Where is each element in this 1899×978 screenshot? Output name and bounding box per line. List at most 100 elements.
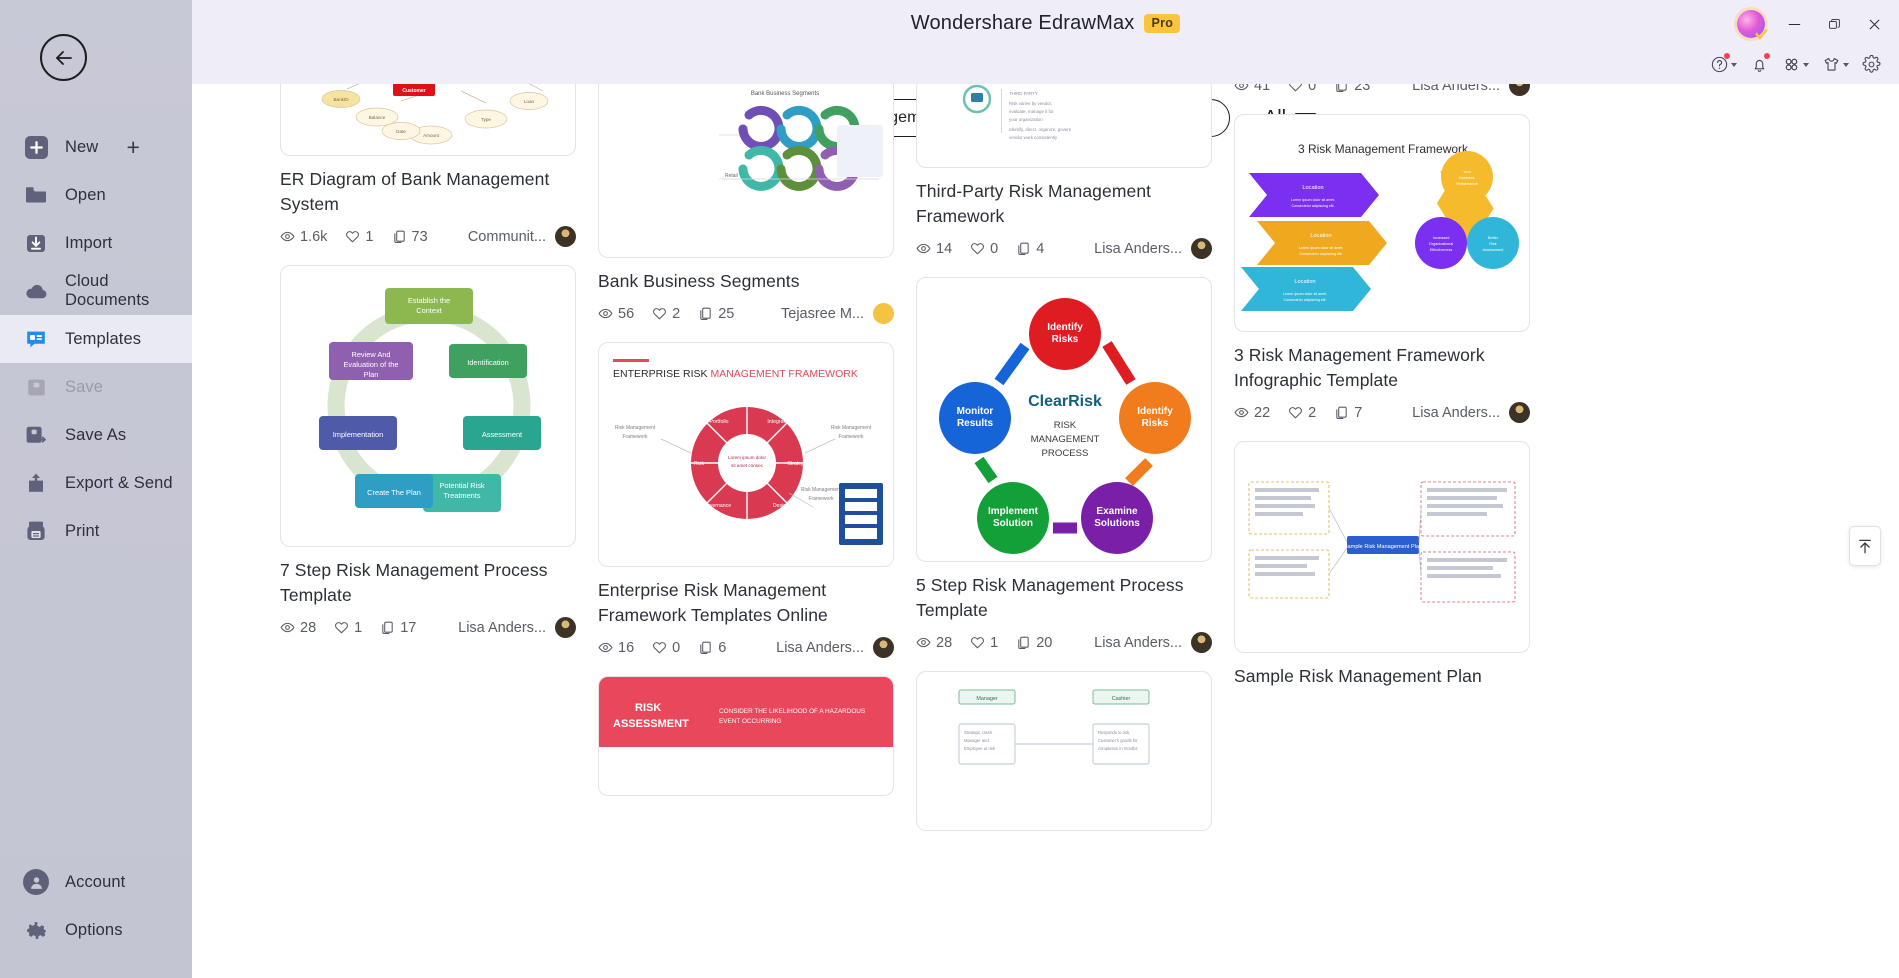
clearrisk-art: Identify Risks Identify Risks Examine Solut… xyxy=(917,278,1211,561)
template-thumbnail[interactable]: Sample Risk Management Plan xyxy=(1234,441,1530,653)
views-count: 41 xyxy=(1254,84,1271,94)
svg-text:Context: Context xyxy=(416,306,441,315)
template-card[interactable]: 3 Risk Management Framework Location Lor… xyxy=(1234,114,1530,423)
template-card[interactable]: Risk Management Process Framework Templa… xyxy=(1234,84,1530,96)
help-badge-dot xyxy=(1724,53,1730,59)
template-card[interactable]: AddressName AccountBranch BalanceType Am… xyxy=(280,84,576,247)
svg-text:Performance: Performance xyxy=(1456,182,1478,186)
back-to-top-button[interactable] xyxy=(1849,526,1881,566)
template-thumbnail[interactable]: Identify Risks Identify Risks Examine Solut… xyxy=(916,277,1212,562)
svg-text:Sample Risk Management Plan: Sample Risk Management Plan xyxy=(1344,544,1422,550)
template-thumbnail[interactable]: ENTERPRISE RISK MANAGEMENT FRAMEWORK Por… xyxy=(598,342,894,567)
likes-count: 0 xyxy=(672,639,681,656)
svg-text:PROCESS: PROCESS xyxy=(1042,448,1089,459)
template-card[interactable]: ENTERPRISE RISK MANAGEMENT FRAMEWORK Por… xyxy=(598,342,894,658)
heart-icon xyxy=(1289,84,1303,92)
template-card[interactable]: Manager Cashier Strategic crash Manager a… xyxy=(916,671,1212,831)
templates-results: All xyxy=(192,84,1899,978)
restore-button[interactable] xyxy=(1823,13,1845,35)
sidebar-item-save-as[interactable]: Save As xyxy=(0,411,192,459)
apps-grid-icon[interactable] xyxy=(1778,52,1813,77)
template-card[interactable]: Bank Business Segments Retail Bank Busin… xyxy=(598,84,894,324)
sidebar-item-label: Cloud Documents xyxy=(65,272,150,309)
template-thumbnail[interactable]: Manager Cashier Strategic crash Manager a… xyxy=(916,671,1212,831)
eye-icon xyxy=(598,308,613,319)
toolbar-icons xyxy=(1706,52,1885,77)
sidebar-item-import[interactable]: Import xyxy=(0,219,192,267)
heart-icon xyxy=(346,231,360,243)
avatar xyxy=(555,617,576,638)
svg-text:Retail: Retail xyxy=(725,173,738,179)
new-add-icon[interactable]: + xyxy=(126,134,140,161)
sidebar-item-label: Save xyxy=(65,377,104,396)
help-icon[interactable] xyxy=(1706,52,1741,77)
copies-count: 17 xyxy=(400,619,417,636)
template-author[interactable]: Tejasree M... xyxy=(781,303,894,324)
svg-text:MANAGEMENT: MANAGEMENT xyxy=(1031,434,1100,445)
template-thumbnail[interactable]: Bank Business Segments Retail xyxy=(598,84,894,258)
author-name: Lisa Anders... xyxy=(1094,634,1182,651)
template-author[interactable]: Lisa Anders... xyxy=(1412,402,1530,423)
template-thumbnail[interactable]: RISK ASSESSMENT CONSIDER THE LIKELIHOOD … xyxy=(598,676,894,796)
template-author[interactable]: Lisa Anders... xyxy=(776,637,894,658)
template-card[interactable]: Identify Risks Identify Risks Examine Solut… xyxy=(916,277,1212,653)
template-card[interactable]: Establish the Context Identification Asse… xyxy=(280,265,576,638)
copies-count: 20 xyxy=(1036,634,1053,651)
svg-text:Balance: Balance xyxy=(369,115,386,120)
svg-text:Framework: Framework xyxy=(838,434,864,440)
author-name: Lisa Anders... xyxy=(1094,240,1182,257)
svg-text:Bank Business Segments: Bank Business Segments xyxy=(751,91,819,97)
svg-text:THIRD PARTY: THIRD PARTY xyxy=(1009,91,1038,96)
sample-plan-art: Sample Risk Management Plan xyxy=(1235,442,1529,652)
template-author[interactable]: Lisa Anders... xyxy=(1094,238,1212,259)
close-button[interactable] xyxy=(1863,13,1885,35)
sidebar-item-print[interactable]: Print xyxy=(0,507,192,555)
svg-text:Location: Location xyxy=(1310,233,1331,239)
arrow-left-icon xyxy=(55,50,72,65)
sidebar-item-open[interactable]: Open xyxy=(0,171,192,219)
swimlane-art: Manager Cashier Strategic crash Manager a… xyxy=(917,672,1211,830)
svg-text:Portfolio: Portfolio xyxy=(709,419,728,425)
template-thumbnail[interactable]: AddressName AccountBranch BalanceType Am… xyxy=(280,84,576,156)
sidebar-item-export-send[interactable]: Export & Send xyxy=(0,459,192,507)
svg-text:Assessment: Assessment xyxy=(482,430,522,439)
template-author[interactable]: Lisa Anders... xyxy=(1412,84,1530,96)
sidebar-item-save: Save xyxy=(0,363,192,411)
chevron-down-icon xyxy=(1843,62,1849,67)
template-author[interactable]: Lisa Anders... xyxy=(458,617,576,638)
template-card[interactable]: Sample Risk Management Plan Sample Risk … xyxy=(1234,441,1530,689)
svg-text:Risk: Risk xyxy=(694,461,704,467)
template-author[interactable]: Lisa Anders... xyxy=(1094,632,1212,653)
template-thumbnail[interactable]: THIRD PARTY Risk varies by vendor; evalu… xyxy=(916,84,1212,168)
svg-text:Business: Business xyxy=(1459,176,1475,180)
copies-count: 7 xyxy=(1354,404,1363,421)
notification-bell-icon[interactable] xyxy=(1746,52,1773,77)
template-thumbnail[interactable]: 3 Risk Management Framework Location Lor… xyxy=(1234,114,1530,332)
back-button[interactable] xyxy=(40,34,87,81)
copies-stat: 6 xyxy=(698,640,726,656)
settings-gear-icon[interactable] xyxy=(1858,52,1885,77)
sidebar-item-templates[interactable]: Templates xyxy=(0,315,192,363)
template-thumbnail[interactable]: Establish the Context Identification Asse… xyxy=(280,265,576,547)
svg-text:Location: Location xyxy=(1302,185,1323,191)
account-icon xyxy=(23,869,49,895)
sidebar-item-options[interactable]: Options xyxy=(0,906,192,954)
template-card[interactable]: RISK ASSESSMENT CONSIDER THE LIKELIHOOD … xyxy=(598,676,894,796)
sidebar-item-account[interactable]: Account xyxy=(0,858,192,906)
avatar xyxy=(555,226,576,247)
eye-icon xyxy=(280,622,295,633)
template-meta: 1.6k 1 73 Communit... xyxy=(280,226,576,247)
author-name: Lisa Anders... xyxy=(1412,404,1500,421)
template-author[interactable]: Communit... xyxy=(468,226,576,247)
avatar[interactable] xyxy=(1737,10,1765,38)
minimize-button[interactable] xyxy=(1783,13,1805,35)
template-card[interactable]: THIRD PARTY Risk varies by vendor; evalu… xyxy=(916,84,1212,259)
theme-shirt-icon[interactable] xyxy=(1818,52,1853,77)
sidebar-item-cloud-documents[interactable]: Cloud Documents xyxy=(0,267,192,315)
heart-icon xyxy=(971,243,985,255)
template-title: ER Diagram of Bank Management System xyxy=(280,169,550,214)
erm-framework-art: ENTERPRISE RISK MANAGEMENT FRAMEWORK Por… xyxy=(599,343,893,566)
sidebar-item-new[interactable]: New + xyxy=(0,123,192,171)
results-column-4: Risk Management Process Framework Templa… xyxy=(1234,84,1530,978)
author-name: Tejasree M... xyxy=(781,305,864,322)
